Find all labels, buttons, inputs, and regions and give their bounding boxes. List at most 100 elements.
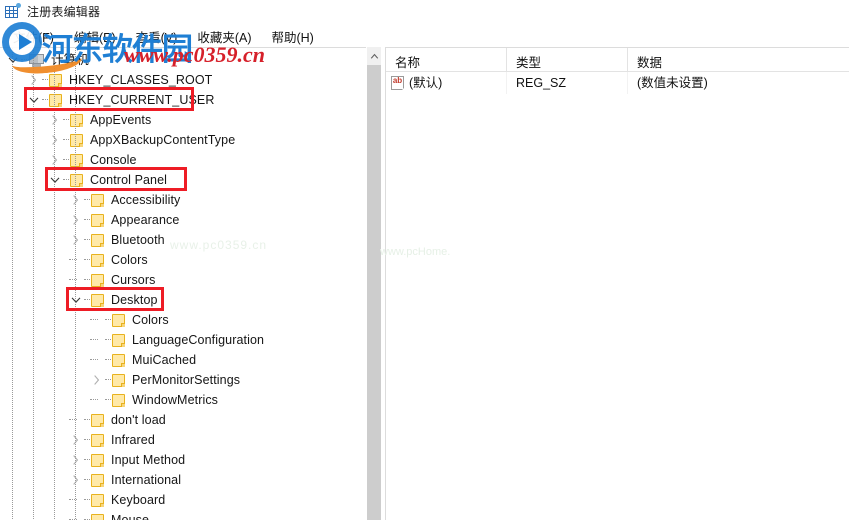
values-column-headers: 名称 类型 数据: [386, 48, 849, 72]
tree-item-label: Colors: [132, 313, 169, 327]
chevron-right-icon[interactable]: [89, 370, 104, 390]
tree-connector: [68, 510, 83, 520]
tree-item-accessibility[interactable]: Accessibility: [0, 190, 366, 210]
tree-item-label: don't load: [111, 413, 166, 427]
folder-icon: [69, 110, 85, 130]
tree-connector: [104, 310, 113, 330]
table-row[interactable]: ab (默认) REG_SZ (数值未设置): [386, 72, 849, 94]
folder-icon: [111, 350, 127, 370]
folder-icon: [69, 150, 85, 170]
folder-icon: [90, 490, 106, 510]
tree-connector: [41, 70, 50, 90]
tree-item-appearance[interactable]: Appearance: [0, 210, 366, 230]
tree-item-desktop[interactable]: Desktop: [0, 290, 366, 310]
tree-item-hkey-classes-root[interactable]: HKEY_CLASSES_ROOT: [0, 70, 366, 90]
tree-connector: [20, 50, 29, 70]
chevron-down-icon[interactable]: [47, 170, 62, 190]
tree-item-infrared[interactable]: Infrared: [0, 430, 366, 450]
chevron-up-icon[interactable]: [367, 47, 382, 64]
column-header-data[interactable]: 数据: [628, 48, 848, 71]
menu-item-file[interactable]: 文件(F): [4, 25, 63, 48]
registry-values-pane[interactable]: 名称 类型 数据 ab (默认) REG_SZ (数值未设置): [385, 47, 849, 520]
tree-vertical-scrollbar[interactable]: [366, 47, 382, 520]
tree-item-label: PerMonitorSettings: [132, 373, 241, 387]
chevron-right-icon[interactable]: [26, 70, 41, 90]
chevron-right-icon[interactable]: [68, 430, 83, 450]
folder-icon: [90, 450, 106, 470]
folder-icon: [90, 270, 106, 290]
title-bar: 注册表编辑器: [0, 0, 849, 22]
scrollbar-thumb[interactable]: [367, 65, 382, 520]
tree-item-windowmetrics[interactable]: WindowMetrics: [0, 390, 366, 410]
tree-item-cursors[interactable]: Cursors: [0, 270, 366, 290]
tree-item-keyboard[interactable]: Keyboard: [0, 490, 366, 510]
menu-item-edit[interactable]: 编辑(E): [65, 25, 125, 48]
tree-connector: [62, 170, 71, 190]
tree-item-don-t-load[interactable]: don't load: [0, 410, 366, 430]
tree-connector: [83, 230, 92, 250]
tree-item-international[interactable]: International: [0, 470, 366, 490]
folder-icon: [90, 470, 106, 490]
value-name-cell: ab (默认): [386, 72, 507, 94]
menu-item-help[interactable]: 帮助(H): [262, 25, 322, 48]
tree-item-hkey-current-user[interactable]: HKEY_CURRENT_USER: [0, 90, 366, 110]
folder-icon: [111, 390, 127, 410]
tree-item-control-panel[interactable]: Control Panel: [0, 170, 366, 190]
folder-icon: [111, 370, 127, 390]
tree-item-bluetooth[interactable]: Bluetooth: [0, 230, 366, 250]
tree-connector: [83, 470, 92, 490]
chevron-down-icon[interactable]: [5, 50, 20, 70]
chevron-right-icon[interactable]: [68, 450, 83, 470]
tree-item-label: Colors: [111, 253, 148, 267]
tree-item-label: Desktop: [111, 293, 158, 307]
chevron-right-icon[interactable]: [47, 130, 62, 150]
chevron-right-icon[interactable]: [68, 210, 83, 230]
folder-icon: [90, 210, 106, 230]
tree-item-console[interactable]: Console: [0, 150, 366, 170]
tree-item-mouse[interactable]: Mouse: [0, 510, 366, 520]
column-header-type[interactable]: 类型: [507, 48, 628, 71]
chevron-right-icon[interactable]: [47, 150, 62, 170]
tree-item-permonitorsettings[interactable]: PerMonitorSettings: [0, 370, 366, 390]
tree-item-label: Appearance: [111, 213, 180, 227]
tree-connector: [68, 490, 83, 510]
tree-item-languageconfiguration[interactable]: LanguageConfiguration: [0, 330, 366, 350]
computer-icon: [27, 50, 47, 70]
tree-item-colors[interactable]: Colors: [0, 310, 366, 330]
tree-connector: [89, 390, 104, 410]
tree-connector: [89, 350, 104, 370]
tree-connector: [83, 210, 92, 230]
menu-bar: 文件(F) 编辑(E) 查看(V) 收藏夹(A) 帮助(H): [0, 25, 849, 47]
tree-connector: [83, 190, 92, 210]
registry-tree: 计算机 HKEY_CLASSES_ROOT HKEY_CURRENT_USER App…: [0, 48, 366, 520]
tree-connector: [83, 290, 92, 310]
folder-icon: [90, 290, 106, 310]
tree-item-appevents[interactable]: AppEvents: [0, 110, 366, 130]
tree-connector: [62, 110, 71, 130]
string-value-icon: ab: [391, 75, 405, 91]
chevron-down-icon[interactable]: [26, 90, 41, 110]
tree-connector: [41, 90, 50, 110]
chevron-right-icon[interactable]: [47, 110, 62, 130]
chevron-down-icon[interactable]: [68, 290, 83, 310]
chevron-right-icon[interactable]: [68, 470, 83, 490]
menu-item-view[interactable]: 查看(V): [127, 25, 187, 48]
folder-icon: [69, 170, 85, 190]
tree-connector: [68, 250, 83, 270]
tree-item-muicached[interactable]: MuiCached: [0, 350, 366, 370]
tree-item-label: Console: [90, 153, 137, 167]
tree-item-input-method[interactable]: Input Method: [0, 450, 366, 470]
tree-item-label: AppEvents: [90, 113, 152, 127]
chevron-right-icon[interactable]: [68, 230, 83, 250]
tree-item-label: Bluetooth: [111, 233, 165, 247]
tree-connector: [68, 410, 83, 430]
tree-item-colors[interactable]: Colors: [0, 250, 366, 270]
tree-item-appxbackupcontenttype[interactable]: AppXBackupContentType: [0, 130, 366, 150]
column-header-name[interactable]: 名称: [386, 48, 507, 71]
tree-item-label: Input Method: [111, 453, 186, 467]
tree-item-label: HKEY_CURRENT_USER: [69, 93, 215, 107]
chevron-right-icon[interactable]: [68, 190, 83, 210]
tree-item-[interactable]: 计算机: [0, 50, 366, 70]
menu-item-favorites[interactable]: 收藏夹(A): [188, 25, 260, 48]
registry-tree-pane[interactable]: 计算机 HKEY_CLASSES_ROOT HKEY_CURRENT_USER App…: [0, 47, 366, 520]
